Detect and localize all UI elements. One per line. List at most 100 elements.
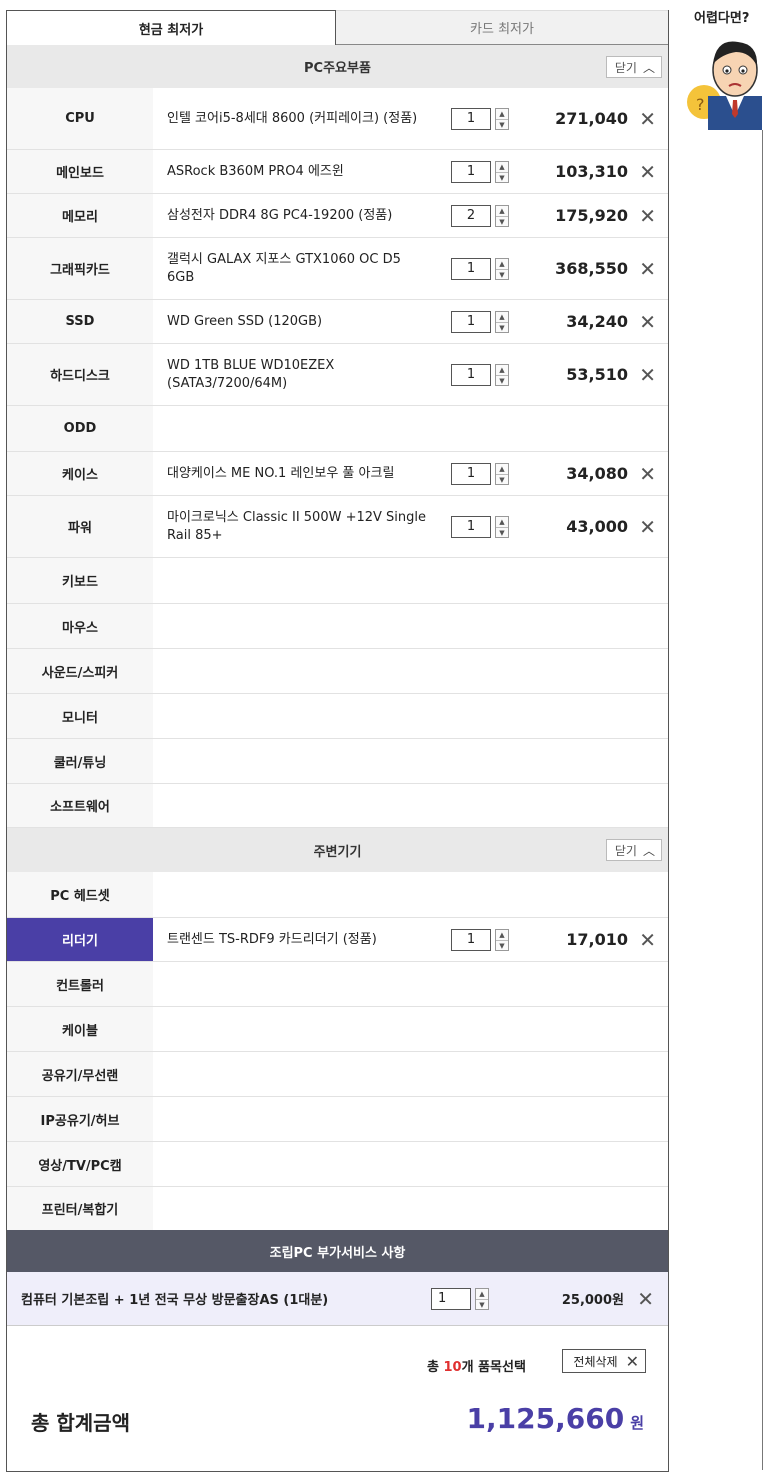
caret-down-icon[interactable]: ▼ (496, 939, 508, 951)
sections-container: PC주요부품 닫기 ︿ CPU 인텔 코어i5-8세대 8600 (커피레이크) (정품… (7, 45, 668, 1230)
caret-up-icon[interactable]: ▲ (496, 930, 508, 940)
close-icon[interactable]: ✕ (639, 517, 656, 537)
quantity-input[interactable]: 1 (451, 160, 491, 183)
quantity-stepper[interactable]: 1 ▲ ▼ (451, 310, 509, 333)
close-icon[interactable]: ✕ (639, 259, 656, 279)
category-label[interactable]: 케이블 (7, 1007, 153, 1051)
close-icon[interactable]: ✕ (639, 930, 656, 950)
spin-buttons[interactable]: ▲ ▼ (495, 204, 509, 227)
service-quantity-stepper[interactable]: 1 ▲ ▼ (431, 1287, 489, 1310)
caret-down-icon[interactable]: ▼ (496, 374, 508, 386)
spin-buttons[interactable]: ▲ ▼ (475, 1287, 489, 1310)
quantity-input[interactable]: 1 (451, 363, 491, 386)
category-label[interactable]: 사운드/스피커 (7, 649, 153, 693)
product-name[interactable]: WD Green SSD (120GB) (167, 313, 429, 331)
close-icon[interactable]: ✕ (639, 464, 656, 484)
product-name[interactable]: ASRock B360M PRO4 에즈윈 (167, 163, 429, 181)
spin-buttons[interactable]: ▲ ▼ (495, 515, 509, 538)
spin-buttons[interactable]: ▲ ▼ (495, 363, 509, 386)
quantity-input[interactable]: 1 (451, 515, 491, 538)
caret-up-icon[interactable]: ▲ (496, 259, 508, 269)
spin-buttons[interactable]: ▲ ▼ (495, 310, 509, 333)
quantity-stepper[interactable]: 2 ▲ ▼ (451, 204, 509, 227)
collapse-button[interactable]: 닫기 ︿ (605, 839, 662, 861)
category-label[interactable]: 프린터/복합기 (7, 1187, 153, 1230)
close-icon[interactable]: ✕ (637, 1287, 654, 1311)
category-label[interactable]: 하드디스크 (7, 344, 153, 405)
product-name[interactable]: 갤럭시 GALAX 지포스 GTX1060 OC D5 6GB (167, 251, 429, 287)
tab-card-lowest[interactable]: 카드 최저가 (336, 10, 668, 45)
spin-buttons[interactable]: ▲ ▼ (495, 107, 509, 130)
caret-down-icon[interactable]: ▼ (496, 268, 508, 280)
delete-all-button[interactable]: 전체삭제 ✕ (562, 1349, 646, 1373)
category-label[interactable]: ODD (7, 406, 153, 451)
caret-down-icon[interactable]: ▼ (496, 171, 508, 183)
close-icon[interactable]: ✕ (639, 365, 656, 385)
category-label[interactable]: 컨트롤러 (7, 962, 153, 1006)
category-label[interactable]: 메모리 (7, 194, 153, 237)
caret-up-icon[interactable]: ▲ (496, 109, 508, 119)
quantity-stepper[interactable]: 1 ▲ ▼ (451, 160, 509, 183)
close-icon[interactable]: ✕ (639, 206, 656, 226)
category-label[interactable]: 그래픽카드 (7, 238, 153, 299)
product-name[interactable]: WD 1TB BLUE WD10EZEX (SATA3/7200/64M) (167, 357, 429, 393)
category-label[interactable]: 모니터 (7, 694, 153, 738)
collapse-button[interactable]: 닫기 ︿ (605, 56, 662, 78)
close-icon[interactable]: ✕ (639, 109, 656, 129)
close-icon[interactable]: ✕ (639, 162, 656, 182)
category-label[interactable]: CPU (7, 88, 153, 149)
quantity-input[interactable]: 2 (451, 204, 491, 227)
service-qty-input[interactable]: 1 (431, 1287, 471, 1310)
category-label[interactable]: 케이스 (7, 452, 153, 495)
caret-up-icon[interactable]: ▲ (496, 464, 508, 474)
caret-down-icon[interactable]: ▼ (496, 118, 508, 130)
quantity-stepper[interactable]: 1 ▲ ▼ (451, 107, 509, 130)
caret-up-icon[interactable]: ▲ (496, 206, 508, 216)
category-label[interactable]: SSD (7, 300, 153, 343)
category-label[interactable]: 공유기/무선랜 (7, 1052, 153, 1096)
caret-up-icon[interactable]: ▲ (496, 517, 508, 527)
tab-cash-lowest[interactable]: 현금 최저가 (6, 10, 336, 45)
caret-down-icon[interactable]: ▼ (496, 321, 508, 333)
product-name[interactable]: 트랜센드 TS-RDF9 카드리더기 (정품) (167, 931, 429, 949)
quantity-input[interactable]: 1 (451, 310, 491, 333)
product-name[interactable]: 인텔 코어i5-8세대 8600 (커피레이크) (정품) (167, 110, 429, 128)
caret-down-icon[interactable]: ▼ (496, 473, 508, 485)
part-item (153, 1007, 668, 1051)
category-label[interactable]: 소프트웨어 (7, 784, 153, 827)
category-label[interactable]: 키보드 (7, 558, 153, 603)
quantity-stepper[interactable]: 1 ▲ ▼ (451, 462, 509, 485)
quantity-input[interactable]: 1 (451, 928, 491, 951)
spin-buttons[interactable]: ▲ ▼ (495, 928, 509, 951)
quantity-input[interactable]: 1 (451, 462, 491, 485)
quantity-stepper[interactable]: 1 ▲ ▼ (451, 363, 509, 386)
caret-up-icon[interactable]: ▲ (496, 365, 508, 375)
quantity-stepper[interactable]: 1 ▲ ▼ (451, 515, 509, 538)
spin-buttons[interactable]: ▲ ▼ (495, 257, 509, 280)
category-label[interactable]: 리더기 (7, 918, 153, 961)
caret-up-icon[interactable]: ▲ (496, 162, 508, 172)
category-label[interactable]: PC 헤드셋 (7, 872, 153, 917)
caret-down-icon[interactable]: ▼ (496, 526, 508, 538)
close-icon[interactable]: ✕ (639, 312, 656, 332)
category-label[interactable]: 메인보드 (7, 150, 153, 193)
section-title: 주변기기 (313, 844, 362, 860)
product-name[interactable]: 마이크로닉스 Classic II 500W +12V Single Rail … (167, 509, 429, 545)
quantity-stepper[interactable]: 1 ▲ ▼ (451, 928, 509, 951)
helper-avatar[interactable]: ? (686, 30, 765, 130)
product-name[interactable]: 대양케이스 ME NO.1 레인보우 풀 아크릴 (167, 465, 429, 483)
part-item: ASRock B360M PRO4 에즈윈 1 ▲ ▼ 103,310 ✕ (153, 150, 668, 193)
category-label[interactable]: 쿨러/튜닝 (7, 739, 153, 783)
category-label[interactable]: 영상/TV/PC캠 (7, 1142, 153, 1186)
category-label[interactable]: IP공유기/허브 (7, 1097, 153, 1141)
category-label[interactable]: 파워 (7, 496, 153, 557)
spin-buttons[interactable]: ▲ ▼ (495, 462, 509, 485)
product-name[interactable]: 삼성전자 DDR4 8G PC4-19200 (정품) (167, 207, 429, 225)
spin-buttons[interactable]: ▲ ▼ (495, 160, 509, 183)
quantity-stepper[interactable]: 1 ▲ ▼ (451, 257, 509, 280)
quantity-input[interactable]: 1 (451, 107, 491, 130)
quantity-input[interactable]: 1 (451, 257, 491, 280)
caret-down-icon[interactable]: ▼ (496, 215, 508, 227)
caret-up-icon[interactable]: ▲ (496, 312, 508, 322)
category-label[interactable]: 마우스 (7, 604, 153, 648)
